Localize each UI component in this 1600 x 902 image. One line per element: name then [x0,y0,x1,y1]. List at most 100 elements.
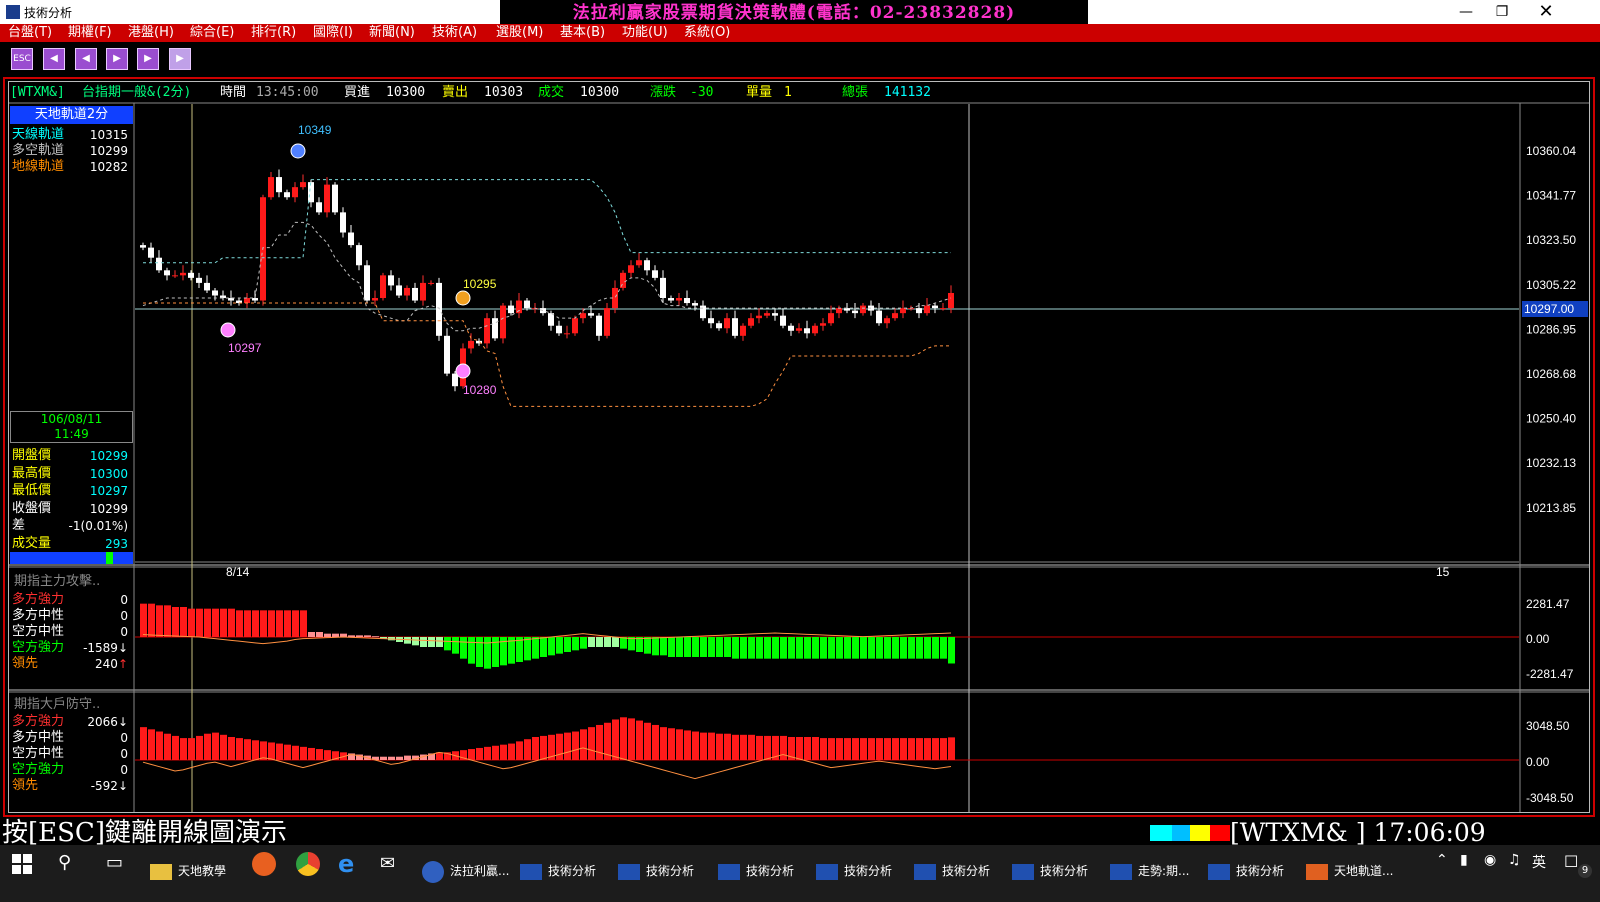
candle-down [788,325,794,331]
candle-up [620,272,626,288]
sub1-title[interactable]: 期指主力攻擊.. [14,574,100,590]
indicator-label: 天線軌道 [12,127,65,142]
search-icon[interactable]: ⚲ [58,852,71,873]
color-swatch-blue [1172,825,1190,841]
firefox-icon[interactable] [252,852,276,876]
sub1-bar [788,637,795,659]
candle-up [900,308,906,314]
sub1-bar [172,607,179,637]
candle-down [660,277,666,299]
candle-up [748,318,754,326]
chrome-icon[interactable] [296,852,320,876]
sub2-bar [812,737,819,760]
sub1-bar [604,637,611,647]
sub1-label: 領先 [12,656,39,671]
sub2-value: 0 [120,747,128,761]
scroll-bar[interactable] [10,552,133,564]
ferrari-app-icon [422,860,444,883]
candle-up [740,325,746,336]
candle-up [612,287,618,309]
sub1-bar [620,637,627,649]
sub2-bar [524,739,531,760]
sub2-title[interactable]: 期指大戶防守.. [14,697,100,713]
chart-canvas[interactable]: 10349102951029710280 10360.0410341.77103… [0,0,1600,845]
ohlc-row: 成交量 293 [12,536,132,554]
candle-down [644,260,650,271]
taskbar-tech-1[interactable]: 技術分析 [520,848,596,894]
mail-icon[interactable]: ✉ [380,853,395,874]
sub2-bar [748,734,755,760]
sub2-bar [708,732,715,760]
sub1-bar [476,637,483,667]
chart-app-icon [914,863,936,880]
task-view-icon[interactable]: ▭ [106,852,123,873]
sub2-label: 領先 [12,778,39,793]
sub2-bar [700,732,707,760]
sub1-bar [740,637,747,659]
candle-up [812,325,818,334]
sub1-label: 空方強力 [12,640,65,655]
y-tick-label: 10360.04 [1526,144,1576,158]
windows-start-icon[interactable] [12,854,32,874]
indicator-value: 10299 [89,144,128,158]
sub1-bar [196,608,203,637]
sub2-row: 空方中性 0 [12,746,132,762]
wifi-icon[interactable]: ◉ [1484,852,1496,868]
taskbar-tiandi[interactable]: 天地軌道... [1306,848,1393,894]
taskbar-tech-2[interactable]: 技術分析 [618,848,694,894]
sub2-bar [596,724,603,760]
candle-down [388,275,394,286]
notification-icon[interactable]: ☐ [1564,852,1578,871]
scroll-thumb[interactable] [106,552,113,564]
quote-symbol[interactable]: [WTXM&] [10,83,65,103]
indicator-title[interactable]: 天地軌道2分 [10,106,133,124]
volume-icon[interactable]: ♫ [1508,852,1521,868]
sub2-bar [636,720,643,760]
sub1-bar [252,610,259,637]
sub2-bar [236,738,243,760]
candle-down [348,232,354,246]
sub2-label: 多方中性 [12,730,65,745]
ohlc-label: 最低價 [12,483,52,498]
taskbar-tech-5[interactable]: 技術分析 [914,848,990,894]
sub2-bar [588,727,595,760]
sub1-bar [188,608,195,637]
sub1-value: 0 [120,609,128,623]
sub2-bar [172,735,179,760]
taskbar-tech-6[interactable]: 技術分析 [1012,848,1088,894]
sub2-bar [252,740,259,760]
taskbar-tech-3[interactable]: 技術分析 [718,848,794,894]
sub1-bar [268,610,275,637]
sub2-bar [668,728,675,760]
y-tick-label: 10341.77 [1526,189,1576,203]
ie-icon[interactable]: e [338,850,354,878]
status-symbol: [WTXM& ] [1230,818,1366,847]
notification-badge: 9 [1578,864,1592,878]
sub1-bar [300,610,307,637]
quote-bid-label: 買進 [344,85,371,100]
tray-chevron-icon[interactable]: ⌃ [1436,852,1448,868]
taskbar-tech-7[interactable]: 技術分析 [1208,848,1284,894]
sub2-bar [564,732,571,760]
sub1-value: -1589↓ [83,641,128,655]
candle-down [508,305,514,314]
taskbar-trend[interactable]: 走勢:期... [1110,848,1190,894]
taskbar-tech-4[interactable]: 技術分析 [816,848,892,894]
x-tick-label: 8/14 [226,565,250,579]
candle-down [708,318,714,324]
sub2-value: 0 [120,731,128,745]
sub1-bar [716,637,723,657]
taskbar-ferrari[interactable]: 法拉利贏... [422,848,509,894]
candle-down [412,287,418,301]
battery-icon[interactable]: ▮ [1460,852,1468,868]
ime-indicator[interactable]: 英 [1532,852,1546,872]
quote-last-label: 成交 [538,85,565,100]
sub1-bar [732,637,739,659]
taskbar-folder[interactable]: 天地教學 [150,848,226,894]
candle-down [716,323,722,329]
sub2-bar [836,738,843,760]
sub1-bar [260,610,267,637]
chart-app-icon [618,863,640,880]
chart-app-icon [816,863,838,880]
ohlc-row: 收盤價 10299 [12,501,132,519]
